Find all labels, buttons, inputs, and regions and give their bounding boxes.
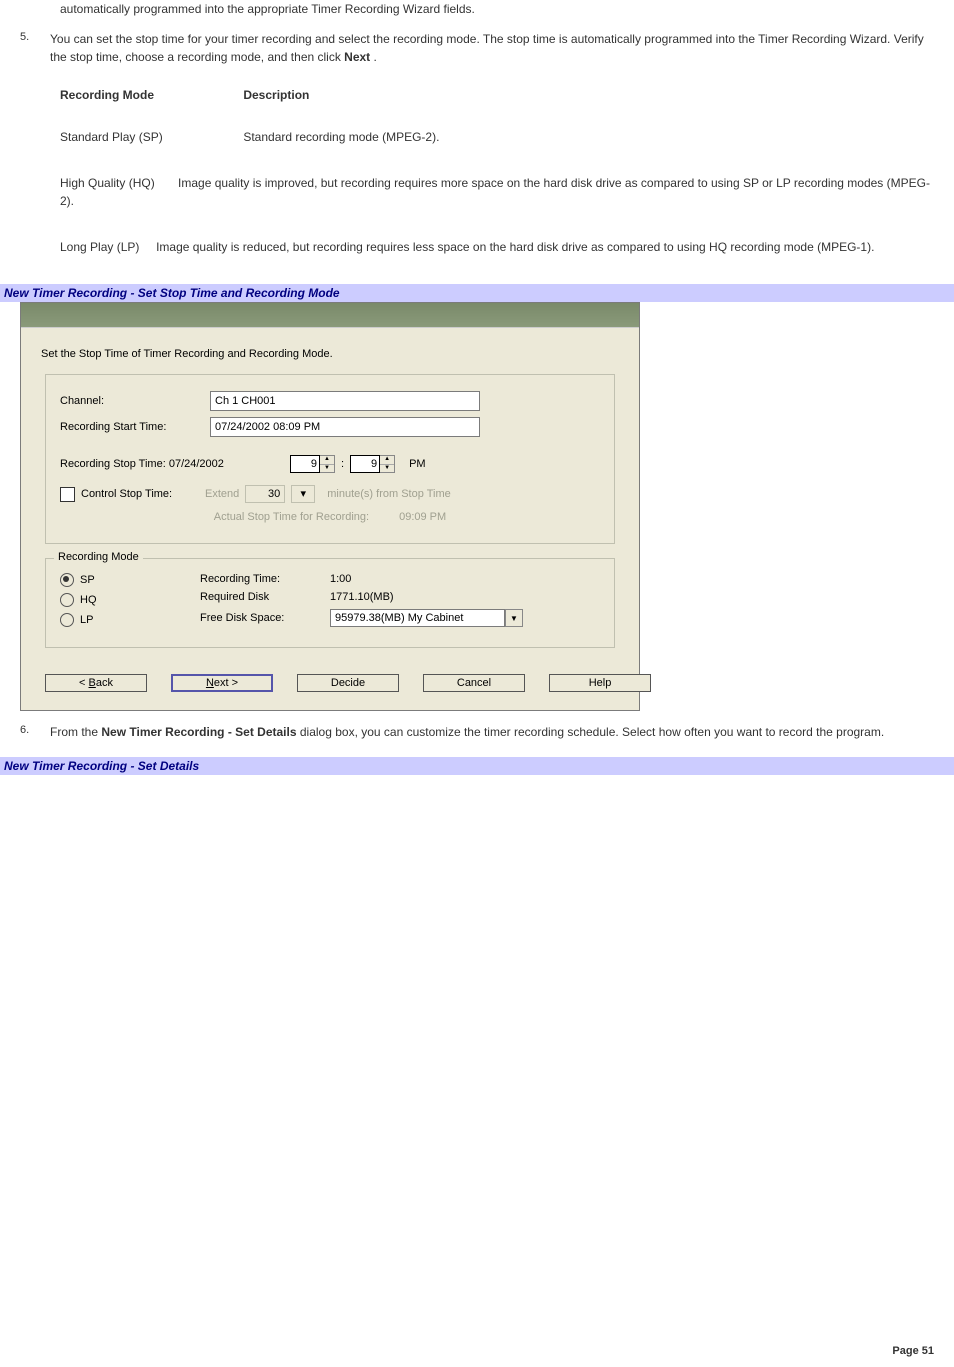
rec-time-value: 1:00 bbox=[330, 573, 351, 585]
rec-time-label: Recording Time: bbox=[200, 573, 330, 585]
back-prefix: < bbox=[79, 677, 88, 689]
help-button[interactable]: Help bbox=[549, 674, 651, 692]
radio-hq-label: HQ bbox=[80, 594, 97, 606]
channel-input[interactable] bbox=[210, 391, 480, 411]
down-arrow-icon[interactable]: ▼ bbox=[320, 465, 334, 473]
page-number: Page 51 bbox=[0, 1335, 954, 1367]
back-underline: B bbox=[89, 677, 96, 689]
next-rest: ext > bbox=[214, 677, 238, 689]
step6-part-a: From the bbox=[50, 725, 101, 739]
control-stop-label: Control Stop Time: bbox=[81, 488, 205, 500]
start-time-input[interactable] bbox=[210, 417, 480, 437]
stop-hour-value[interactable]: 9 bbox=[290, 455, 320, 473]
radio-lp-label: LP bbox=[80, 614, 93, 626]
free-disk-dropdown[interactable]: 95979.38(MB) My Cabinet ▼ bbox=[330, 609, 523, 627]
down-arrow-icon[interactable]: ▼ bbox=[380, 465, 394, 473]
control-stop-checkbox[interactable] bbox=[60, 487, 75, 502]
table-sp-name: Standard Play (SP) bbox=[60, 128, 240, 146]
req-disk-value: 1771.10(MB) bbox=[330, 591, 394, 603]
step-5-number: 5. bbox=[20, 30, 50, 66]
intro-continuation: automatically programmed into the approp… bbox=[60, 0, 934, 18]
actual-stop-label: Actual Stop Time for Recording: bbox=[214, 511, 369, 523]
stop-min-value[interactable]: 9 bbox=[350, 455, 380, 473]
extend-suffix: minute(s) from Stop Time bbox=[327, 488, 450, 500]
extend-value: 30 bbox=[245, 485, 285, 503]
table-lp-name: Long Play (LP) bbox=[60, 240, 139, 254]
start-time-label: Recording Start Time: bbox=[60, 421, 210, 433]
up-arrow-icon[interactable]: ▲ bbox=[320, 456, 334, 465]
table-sp-desc: Standard recording mode (MPEG-2). bbox=[243, 130, 439, 144]
dialog-intro: Set the Stop Time of Timer Recording and… bbox=[41, 348, 619, 360]
step6-part-b: dialog box, you can customize the timer … bbox=[297, 725, 885, 739]
actual-stop-value: 09:09 PM bbox=[399, 511, 446, 523]
step-6-text: From the New Timer Recording - Set Detai… bbox=[50, 723, 934, 741]
radio-icon[interactable] bbox=[60, 573, 74, 587]
step6-bold: New Timer Recording - Set Details bbox=[101, 725, 296, 739]
table-header-mode: Recording Mode bbox=[60, 86, 240, 104]
step5-part-a: You can set the stop time for your timer… bbox=[50, 32, 924, 64]
back-button[interactable]: < Back bbox=[45, 674, 147, 692]
chevron-down-icon[interactable]: ▼ bbox=[505, 609, 523, 627]
radio-sp[interactable]: SP bbox=[60, 573, 200, 587]
recording-mode-legend: Recording Mode bbox=[54, 551, 143, 563]
next-underline: N bbox=[206, 677, 214, 689]
next-button[interactable]: Next > bbox=[171, 674, 273, 692]
stop-min-spinner[interactable]: 9 ▲▼ bbox=[350, 455, 395, 473]
radio-hq[interactable]: HQ bbox=[60, 593, 200, 607]
figure-caption-1: New Timer Recording - Set Stop Time and … bbox=[0, 284, 954, 302]
req-disk-label: Required Disk bbox=[200, 591, 330, 603]
timer-recording-dialog: New Timer Recording - Set Stop Time and … bbox=[20, 302, 640, 711]
back-rest: ack bbox=[96, 677, 113, 689]
cancel-button[interactable]: Cancel bbox=[423, 674, 525, 692]
stop-hour-spinner[interactable]: 9 ▲▼ bbox=[290, 455, 335, 473]
radio-sp-label: SP bbox=[80, 574, 95, 586]
radio-icon[interactable] bbox=[60, 613, 74, 627]
stop-ampm: PM bbox=[409, 458, 426, 470]
figure-caption-2: New Timer Recording - Set Details bbox=[0, 757, 954, 775]
table-hq-desc: Image quality is improved, but recording… bbox=[60, 176, 930, 208]
step-6-number: 6. bbox=[20, 723, 50, 741]
free-disk-value: 95979.38(MB) My Cabinet bbox=[330, 609, 505, 627]
free-disk-label: Free Disk Space: bbox=[200, 612, 330, 624]
radio-lp[interactable]: LP bbox=[60, 613, 200, 627]
step5-part-b: . bbox=[370, 50, 377, 64]
decide-button[interactable]: Decide bbox=[297, 674, 399, 692]
table-hq-name: High Quality (HQ) bbox=[60, 176, 155, 190]
up-arrow-icon[interactable]: ▲ bbox=[380, 456, 394, 465]
extend-label: Extend bbox=[205, 488, 239, 500]
radio-icon[interactable] bbox=[60, 593, 74, 607]
extend-dropdown-arrow: ▾ bbox=[291, 485, 315, 503]
table-header-desc: Description bbox=[243, 88, 309, 102]
stop-time-label: Recording Stop Time: 07/24/2002 bbox=[60, 458, 290, 470]
channel-label: Channel: bbox=[60, 395, 210, 407]
step-5-text: You can set the stop time for your timer… bbox=[50, 30, 934, 66]
table-lp-desc: Image quality is reduced, but recording … bbox=[156, 240, 874, 254]
recording-mode-table: Recording Mode Description Standard Play… bbox=[60, 86, 934, 256]
step5-next-bold: Next bbox=[344, 50, 370, 64]
